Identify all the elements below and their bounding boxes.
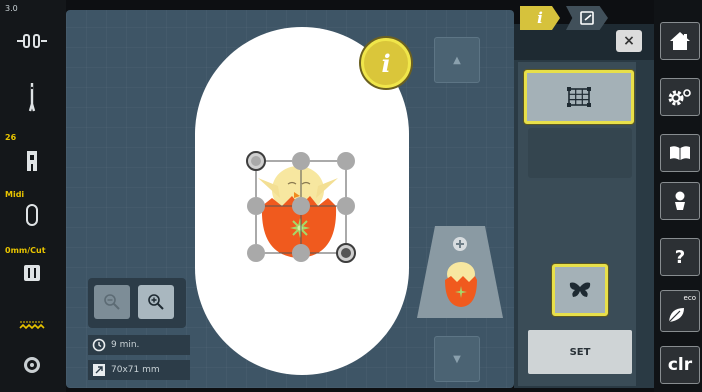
handle-bottom-left[interactable] <box>247 244 265 262</box>
feed-dog-icon[interactable] <box>12 312 52 338</box>
stitch-time: 9 min. <box>111 340 140 350</box>
tab-preview[interactable] <box>566 6 608 30</box>
consultant-button[interactable] <box>660 182 700 220</box>
design-preview[interactable] <box>415 222 505 320</box>
embroidery-motif[interactable] <box>238 148 362 268</box>
resize-icon <box>91 362 107 378</box>
clr-label: clr <box>667 355 693 375</box>
zoom-in-button[interactable] <box>138 285 174 319</box>
design-size: 70x71 mm <box>111 365 160 375</box>
flower-icon <box>290 218 310 238</box>
handle-left[interactable] <box>247 197 265 215</box>
thread-tension-value: 3.0 <box>5 4 18 13</box>
settings-button[interactable] <box>660 78 700 116</box>
scroll-up-button[interactable]: ▲ <box>434 37 480 83</box>
thread-tension-icon[interactable] <box>12 28 52 54</box>
zoom-out-icon <box>104 294 120 310</box>
scroll-down-button[interactable]: ▼ <box>434 336 480 382</box>
butterfly-icon <box>569 282 591 297</box>
help-button[interactable]: ? <box>660 238 700 276</box>
consultant-icon <box>675 191 685 210</box>
preview-icon <box>580 11 594 25</box>
zoom-panel <box>88 278 186 328</box>
eco-label: eco <box>683 294 696 302</box>
grid-icon <box>567 87 591 107</box>
handle-bottom[interactable] <box>292 244 310 262</box>
clear-button[interactable]: clr <box>660 346 700 384</box>
handle-top-right[interactable] <box>337 152 355 170</box>
needle-position-value: 26 <box>5 133 17 142</box>
tab-info[interactable]: i <box>520 6 560 30</box>
status-column: 3.0 26 Midi 0mm/Cut <box>0 0 66 392</box>
info-button[interactable]: i <box>361 38 411 88</box>
clock-icon <box>91 337 107 353</box>
presser-foot-label: Midi <box>5 190 25 199</box>
presser-foot-icon[interactable] <box>12 148 52 174</box>
zoom-in-icon <box>148 294 164 310</box>
stitch-time-row: 9 min. <box>88 335 190 355</box>
design-size-row: 70x71 mm <box>88 360 190 380</box>
home-icon <box>670 32 690 50</box>
cut-setting-label: 0mm/Cut <box>5 246 46 255</box>
bobbin-icon[interactable] <box>12 352 52 378</box>
home-button[interactable] <box>660 22 700 60</box>
grid-button[interactable] <box>524 70 634 124</box>
arrow-up-icon: ▲ <box>453 54 461 66</box>
disabled-option-button[interactable] <box>528 128 632 178</box>
tutorial-button[interactable] <box>660 134 700 172</box>
handle-right[interactable] <box>337 197 355 215</box>
arrow-down-icon: ▼ <box>453 353 461 365</box>
motif-select-button[interactable] <box>552 264 608 316</box>
handle-top[interactable] <box>292 152 310 170</box>
book-icon <box>670 146 690 160</box>
needle-icon[interactable] <box>12 80 52 114</box>
zoom-out-button[interactable] <box>94 285 130 319</box>
stitch-plate-icon[interactable] <box>12 260 52 286</box>
settings-icon <box>668 89 691 106</box>
set-button[interactable]: SET <box>528 330 632 374</box>
close-button[interactable]: × <box>616 30 642 52</box>
handle-center[interactable] <box>292 197 310 215</box>
hoop-icon[interactable] <box>12 202 52 228</box>
help-icon: ? <box>674 246 686 268</box>
eco-button[interactable]: eco <box>660 290 700 332</box>
